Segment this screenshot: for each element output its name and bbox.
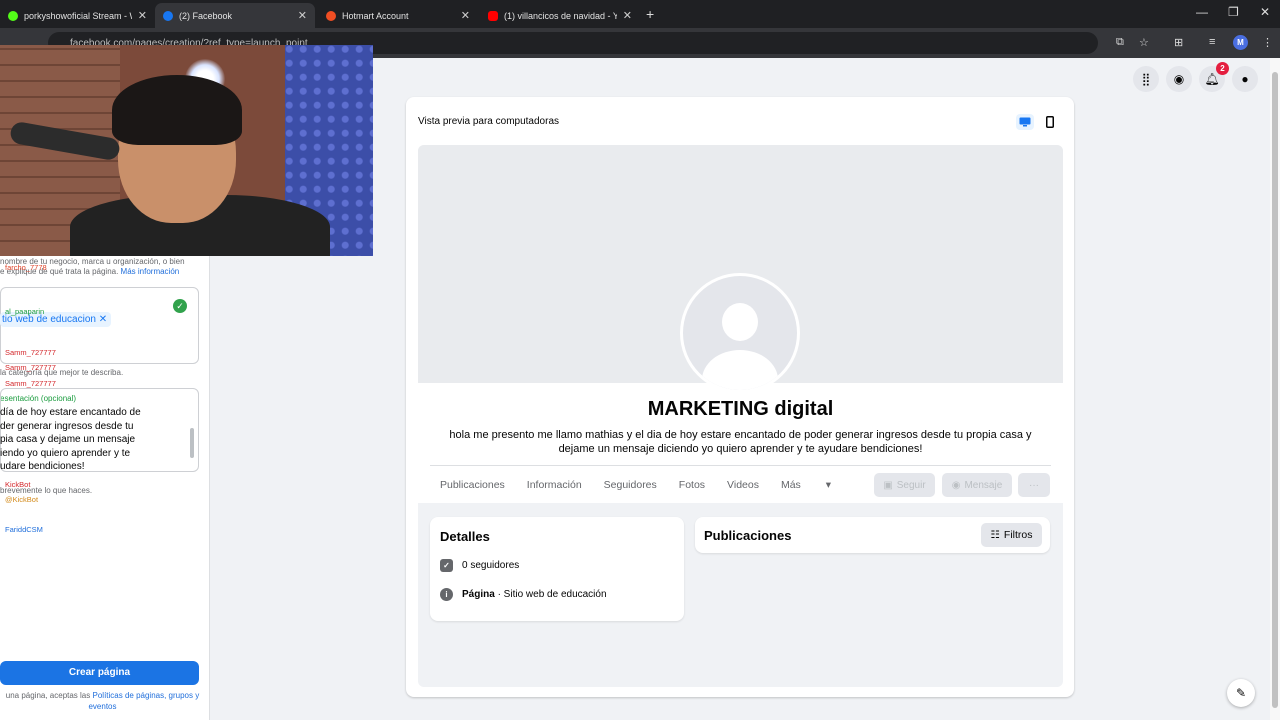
webcam-overlay [0,45,373,256]
hotmart-favicon-icon [326,10,336,21]
reading-list-icon[interactable]: ≡ [1209,36,1215,48]
policies-link[interactable]: Políticas de páginas, grupos y eventos [88,691,199,711]
close-tab-icon[interactable]: ✕ [298,9,307,22]
create-page-button[interactable]: Crear página [0,661,199,685]
messenger-small-icon: ◉ [951,479,961,491]
posts-title: Publicaciones [704,528,792,543]
sliders-icon: ☷ [990,529,1000,541]
browser-menu-icon[interactable]: ⋮ [1262,36,1273,49]
browser-tab-bar: porkyshowoficial Stream - Wat ✕ (2) Face… [0,0,1280,28]
browser-profile-avatar[interactable]: M [1233,35,1248,50]
restore-icon[interactable]: ❐ [1228,5,1239,19]
bio-scrollbar[interactable] [190,428,194,458]
tab-informacion[interactable]: Información [527,479,582,491]
chat-username: KickBot [5,480,31,489]
tab-facebook[interactable]: (2) Facebook ✕ [155,3,315,28]
tab-publicaciones[interactable]: Publicaciones [440,479,505,491]
extensions-icon[interactable]: ⊞ [1174,36,1183,49]
preview-title: Vista previa para computadoras [418,116,560,127]
info-icon: i [440,588,453,601]
person-hair [112,75,242,145]
checkbox-icon: ✓ [440,559,453,572]
facebook-favicon-icon [163,10,173,21]
chat-username: @KickBot [5,495,39,504]
divider [430,465,1051,466]
account-icon[interactable]: ● [1232,66,1258,92]
minimize-icon[interactable]: — [1196,5,1208,19]
valid-check-icon: ✓ [173,299,187,313]
tab-kick-stream[interactable]: porkyshowoficial Stream - Wat ✕ [0,3,155,28]
page-bio: hola me presento me llamo mathias y el d… [449,429,1032,455]
youtube-favicon-icon [488,10,498,21]
remove-category-icon[interactable]: ✕ [99,314,107,325]
close-tab-icon[interactable]: ✕ [461,9,470,22]
compose-edit-icon[interactable]: ✎ [1227,679,1255,707]
chat-username: al_paaparin [5,307,45,316]
grid-menu-icon[interactable]: ⣿ [1133,66,1159,92]
terms-text: una página, aceptas las Políticas de pág… [5,691,200,711]
more-options-button[interactable]: ··· [1018,473,1050,497]
mobile-preview-icon[interactable] [1041,114,1059,130]
details-card: Detalles ✓ 0 seguidores i Página · Sitio… [430,517,684,621]
followers-row: ✓ 0 seguidores [440,559,519,572]
chat-username: farcho_7778 [5,263,47,272]
message-button[interactable]: ◉ Mensaje [942,473,1012,497]
details-title: Detalles [440,529,490,544]
cast-icon[interactable]: ⧉ [1116,36,1124,49]
close-tab-icon[interactable]: ✕ [138,9,147,22]
window-close-icon[interactable]: ✕ [1260,5,1270,19]
chat-username: Samm_727777 [5,363,56,372]
tab-mas[interactable]: Más ▾ [781,479,853,491]
bio-textarea-value: día de hoy estare encantado de der gener… [0,407,141,472]
desktop-preview-card: Vista previa para computadoras MARKETING… [406,97,1074,697]
avatar-body [702,350,778,390]
avatar-head [722,303,758,341]
posts-card: Publicaciones ☷ Filtros [695,517,1050,553]
chat-username: Samm_727777 [5,348,56,357]
page-type-row: i Página · Sitio web de educación [440,588,607,601]
new-tab-button[interactable]: + [646,6,654,22]
tab-videos[interactable]: Videos [727,479,759,491]
notification-badge: 2 [1216,62,1229,75]
tab-fotos[interactable]: Fotos [679,479,705,491]
desktop-preview-icon[interactable] [1016,114,1034,130]
follow-button[interactable]: ▣ Seguir [874,473,935,497]
follow-icon: ▣ [883,479,893,491]
profile-avatar-icon [683,276,797,390]
page-preview: MARKETING digital hola me presento me ll… [418,145,1063,687]
messenger-icon[interactable]: ◉ [1166,66,1192,92]
tab-youtube[interactable]: (1) villancicos de navidad - You ✕ [480,3,640,28]
page-scroll-thumb[interactable] [1272,72,1278,708]
chat-username: Samm_727777 [5,379,56,388]
caret-down-icon: ▾ [825,479,832,491]
tab-hotmart[interactable]: Hotmart Account ✕ [318,3,478,28]
chat-username: FariddCSM [5,525,43,534]
filters-button[interactable]: ☷ Filtros [981,523,1042,547]
bookmark-star-icon[interactable]: ☆ [1139,36,1149,49]
tab-seguidores[interactable]: Seguidores [604,479,657,491]
kick-favicon-icon [8,10,18,21]
page-name: MARKETING digital [647,398,834,420]
page-tabs: Publicaciones Información Seguidores Fot… [440,479,875,491]
more-info-link[interactable]: Más información [121,267,180,276]
close-tab-icon[interactable]: ✕ [623,9,632,22]
